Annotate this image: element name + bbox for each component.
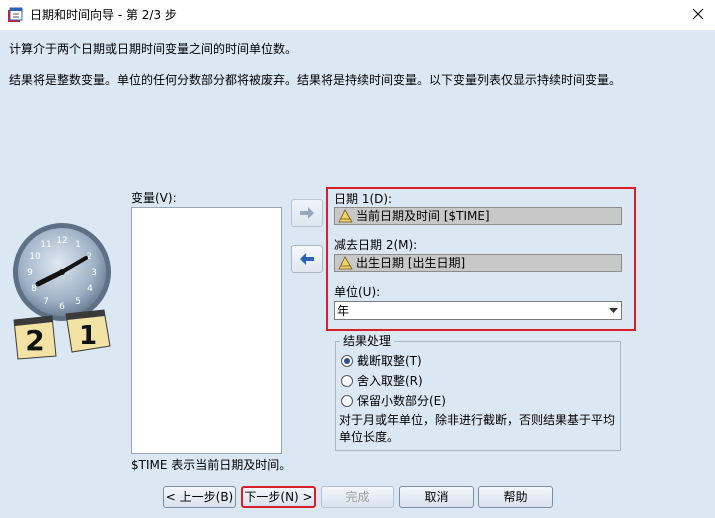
variables-label: 变量(V): <box>131 191 177 205</box>
arrow-left-icon <box>300 253 314 265</box>
result-handling-legend: 结果处理 <box>340 333 395 349</box>
close-icon <box>692 8 704 20</box>
move-back-button[interactable] <box>291 245 323 273</box>
round-label[interactable]: 舍入取整(R) <box>357 373 423 389</box>
date1-field[interactable]: 当前日期及时间 [$TIME] <box>334 207 622 225</box>
variables-list[interactable] <box>131 207 282 454</box>
clock-number: 3 <box>91 268 97 278</box>
keep-fraction-radio[interactable] <box>341 395 353 407</box>
next-button[interactable]: 下一步(N) > <box>241 486 316 508</box>
truncate-label[interactable]: 截断取整(T) <box>357 353 422 369</box>
round-radio[interactable] <box>341 375 353 387</box>
title-bar: 日期和时间向导 - 第 2/3 步 <box>0 0 715 31</box>
truncate-radio[interactable] <box>341 355 353 367</box>
description-line-1: 计算介于两个日期或日期时间变量之间的时间单位数。 <box>9 42 298 56</box>
calendar-page-1: 1 <box>79 321 97 351</box>
calendar-ruler-icon <box>338 256 353 270</box>
clock-number: 5 <box>75 297 81 307</box>
unit-value: 年 <box>337 304 350 318</box>
calendar-page-2: 2 <box>25 324 44 357</box>
window-title: 日期和时间向导 - 第 2/3 步 <box>30 8 177 22</box>
clock-number: 7 <box>43 297 49 307</box>
date-time-wizard-icon <box>8 7 23 22</box>
date1-value: 当前日期及时间 [$TIME] <box>356 209 490 223</box>
clock-number: 9 <box>27 268 33 278</box>
clock-number: 1 <box>75 240 81 250</box>
result-handling-note: 对于月或年单位，除非进行截断，否则结果基于平均单位长度。 <box>339 413 616 444</box>
cancel-button[interactable]: 取消 <box>399 486 474 508</box>
clock-number: 10 <box>29 252 41 262</box>
close-button[interactable] <box>681 0 715 30</box>
chevron-down-icon <box>609 308 618 313</box>
clock-number: 11 <box>40 240 51 250</box>
calendar-ruler-icon <box>338 209 353 223</box>
finish-button[interactable]: 完成 <box>321 486 394 508</box>
clock-number: 12 <box>56 236 67 246</box>
clock-calendar-illustration: 12 1 2 3 4 5 6 7 8 9 10 11 2 1 <box>13 223 111 360</box>
back-button[interactable]: < 上一步(B) <box>163 486 236 508</box>
arrow-right-icon <box>300 207 314 219</box>
unit-label: 单位(U): <box>334 285 381 299</box>
move-to-date1-button[interactable] <box>291 199 323 227</box>
date1-label: 日期 1(D): <box>334 192 393 206</box>
unit-select[interactable]: 年 <box>334 301 622 320</box>
description-line-2: 结果将是整数变量。单位的任何分数部分都将被废弃。结果将是持续时间变量。以下变量列… <box>9 73 622 87</box>
date2-value: 出生日期 [出生日期] <box>356 256 466 270</box>
keep-fraction-label[interactable]: 保留小数部分(E) <box>357 393 446 409</box>
date2-label: 减去日期 2(M): <box>334 238 418 252</box>
clock-number: 4 <box>87 284 93 294</box>
clock-number: 6 <box>59 302 65 312</box>
variables-footnote: $TIME 表示当前日期及时间。 <box>131 458 292 472</box>
help-button[interactable]: 帮助 <box>478 486 553 508</box>
date2-field[interactable]: 出生日期 [出生日期] <box>334 254 622 272</box>
